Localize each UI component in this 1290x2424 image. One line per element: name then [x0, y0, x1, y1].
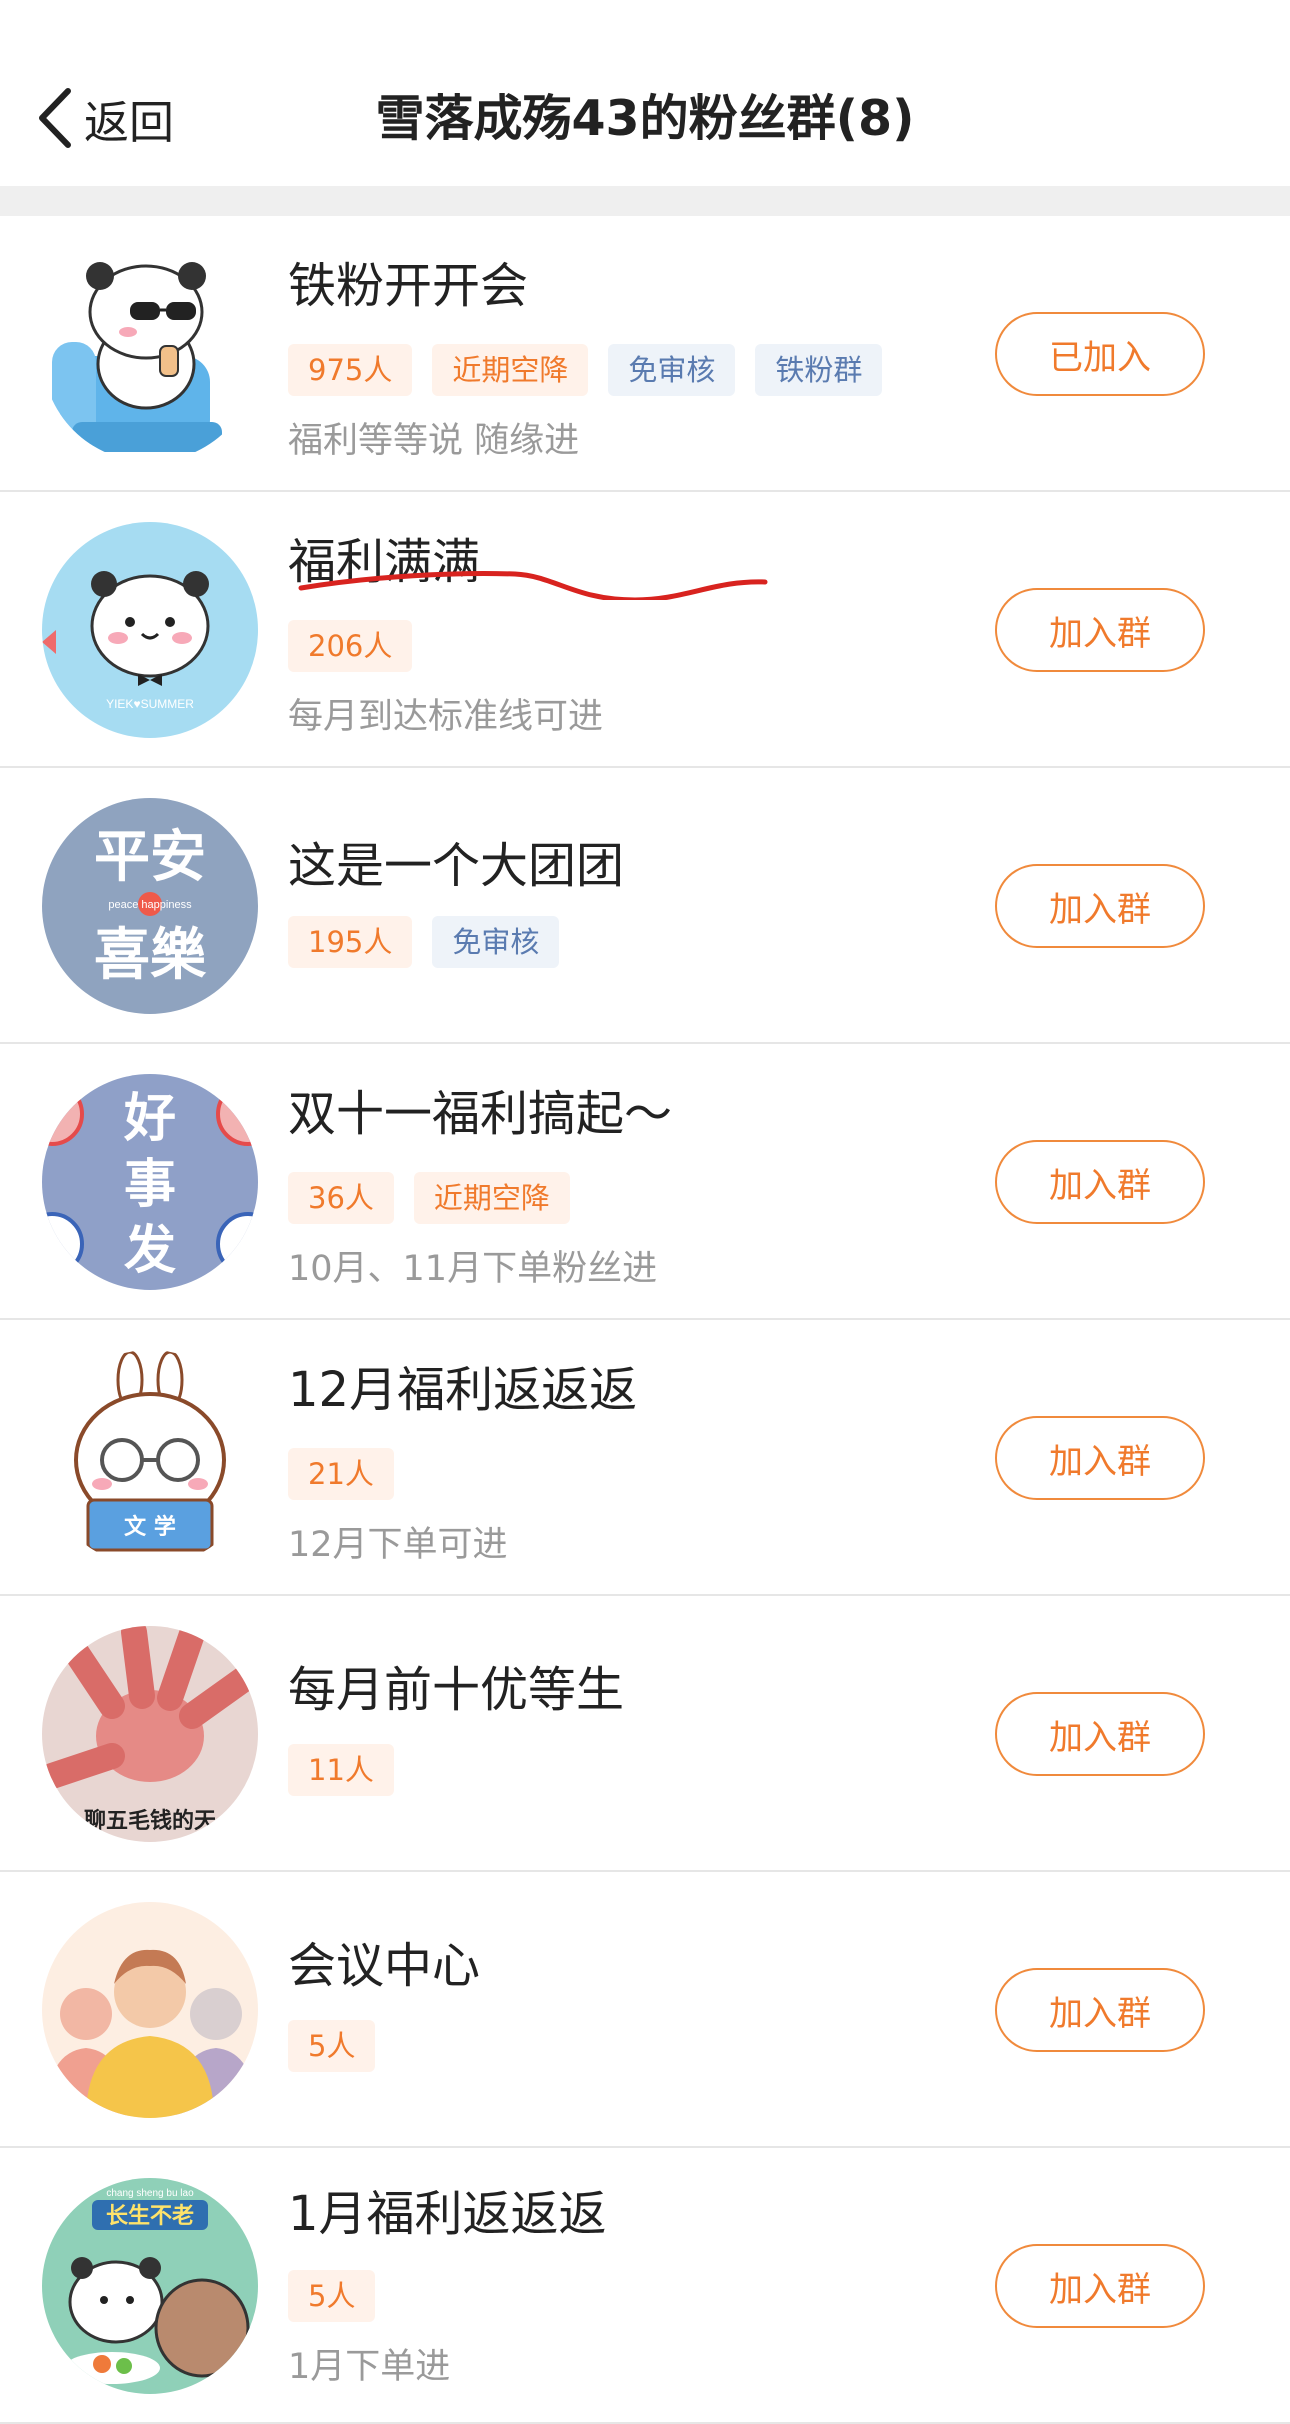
- group-tags: 975人 近期空降 免审核 铁粉群: [288, 344, 883, 396]
- join-group-button[interactable]: 加入群: [995, 1416, 1205, 1500]
- group-row[interactable]: 好 事 发 双十一福利搞起～ 36人 近期空降 10月、11月下单粉丝进 加入群: [0, 1044, 1290, 1320]
- group-avatar-people: [42, 1902, 258, 2118]
- group-row[interactable]: 铁粉开开会 975人 近期空降 免审核 铁粉群 福利等等说 随缘进 已加入: [0, 216, 1290, 492]
- group-avatar-panda-sofa: [42, 246, 258, 462]
- nav-bar: 返回 雪落成殇43的粉丝群(8): [0, 0, 1290, 186]
- group-tags: 5人: [288, 2270, 376, 2322]
- group-name: 铁粉开开会: [288, 258, 529, 314]
- page-title: 雪落成殇43的粉丝群(8): [375, 90, 915, 147]
- member-count-badge: 11人: [288, 1744, 394, 1796]
- join-group-button[interactable]: 加入群: [995, 1968, 1205, 2052]
- group-name: 1月福利返返返: [288, 2186, 607, 2242]
- group-tags: 21人: [288, 1448, 394, 1500]
- member-count-badge: 975人: [288, 344, 413, 396]
- group-row[interactable]: chang sheng bu lao 长生不老 1月福利返返返 5人 1月下单进…: [0, 2148, 1290, 2424]
- member-count-badge: 21人: [288, 1448, 394, 1500]
- joined-button[interactable]: 已加入: [995, 312, 1205, 396]
- group-avatar-peace-joy: 平安 peace happiness 喜樂: [42, 798, 258, 1014]
- member-count-badge: 5人: [288, 2270, 376, 2322]
- avatar-caption: 聊五毛钱的天: [84, 1808, 217, 1834]
- avatar-text-mid: peace happiness: [108, 899, 192, 911]
- group-tags: 206人: [288, 620, 413, 672]
- avatar-text-bottom: 喜樂: [94, 923, 207, 988]
- recent-badge: 近期空降: [432, 344, 589, 396]
- group-desc: 每月到达标准线可进: [288, 697, 604, 737]
- group-name: 12月福利返返返: [288, 1362, 638, 1418]
- member-count-badge: 36人: [288, 1172, 394, 1224]
- group-desc: 福利等等说 随缘进: [288, 421, 580, 461]
- avatar-title: 长生不老: [106, 2204, 194, 2229]
- group-desc: 1月下单进: [288, 2347, 451, 2387]
- fan-group-badge: 铁粉群: [755, 344, 883, 396]
- join-group-button[interactable]: 加入群: [995, 588, 1205, 672]
- group-list: 铁粉开开会 975人 近期空降 免审核 铁粉群 福利等等说 随缘进 已加入 YI…: [0, 216, 1290, 2424]
- group-desc: 12月下单可进: [288, 1525, 508, 1565]
- group-tags: 36人 近期空降: [288, 1172, 570, 1224]
- join-group-button[interactable]: 加入群: [995, 1140, 1205, 1224]
- avatar-text-2: 事: [124, 1155, 176, 1215]
- group-row[interactable]: YIEK♥SUMMER 福利满满 206人 每月到达标准线可进 加入群: [0, 492, 1290, 768]
- group-row[interactable]: 聊五毛钱的天 每月前十优等生 11人 加入群: [0, 1596, 1290, 1872]
- group-name: 这是一个大团团: [288, 838, 625, 894]
- group-name: 双十一福利搞起～: [288, 1086, 673, 1142]
- group-tags: 195人 免审核: [288, 916, 560, 968]
- red-underline-scribble: [298, 571, 768, 600]
- member-count-badge: 5人: [288, 2020, 376, 2072]
- join-group-button[interactable]: 加入群: [995, 1692, 1205, 1776]
- group-avatar-hand: 聊五毛钱的天: [42, 1626, 258, 1842]
- member-count-badge: 206人: [288, 620, 413, 672]
- group-tags: 11人: [288, 1744, 394, 1796]
- group-row[interactable]: 平安 peace happiness 喜樂 这是一个大团团 195人 免审核 加…: [0, 768, 1290, 1044]
- join-group-button[interactable]: 加入群: [995, 864, 1205, 948]
- group-name: 会议中心: [288, 1938, 481, 1994]
- avatar-subtitle: chang sheng bu lao: [106, 2188, 194, 2199]
- join-group-button[interactable]: 加入群: [995, 2244, 1205, 2328]
- avatar-caption: YIEK♥SUMMER: [106, 697, 194, 711]
- group-avatar-panda-bear: chang sheng bu lao 长生不老: [42, 2178, 258, 2394]
- group-row[interactable]: 会议中心 5人 加入群: [0, 1872, 1290, 2148]
- group-avatar-panda-summer: YIEK♥SUMMER: [42, 522, 258, 738]
- avatar-text-1: 好: [123, 1089, 176, 1149]
- group-avatar-bunny-reading: 文 学: [42, 1350, 258, 1566]
- no-review-badge: 免审核: [608, 344, 736, 396]
- group-name: 每月前十优等生: [288, 1662, 625, 1718]
- avatar-book-text: 文 学: [124, 1514, 176, 1540]
- recent-badge: 近期空降: [413, 1172, 570, 1224]
- group-avatar-good-things: 好 事 发: [42, 1074, 258, 1290]
- avatar-text-3: 发: [124, 1221, 176, 1281]
- group-tags: 5人: [288, 2020, 376, 2072]
- section-divider: [0, 186, 1290, 216]
- member-count-badge: 195人: [288, 916, 413, 968]
- group-row[interactable]: 文 学 12月福利返返返 21人 12月下单可进 加入群: [0, 1320, 1290, 1596]
- group-desc: 10月、11月下单粉丝进: [288, 1249, 658, 1289]
- avatar-text-top: 平安: [94, 825, 206, 890]
- no-review-badge: 免审核: [432, 916, 560, 968]
